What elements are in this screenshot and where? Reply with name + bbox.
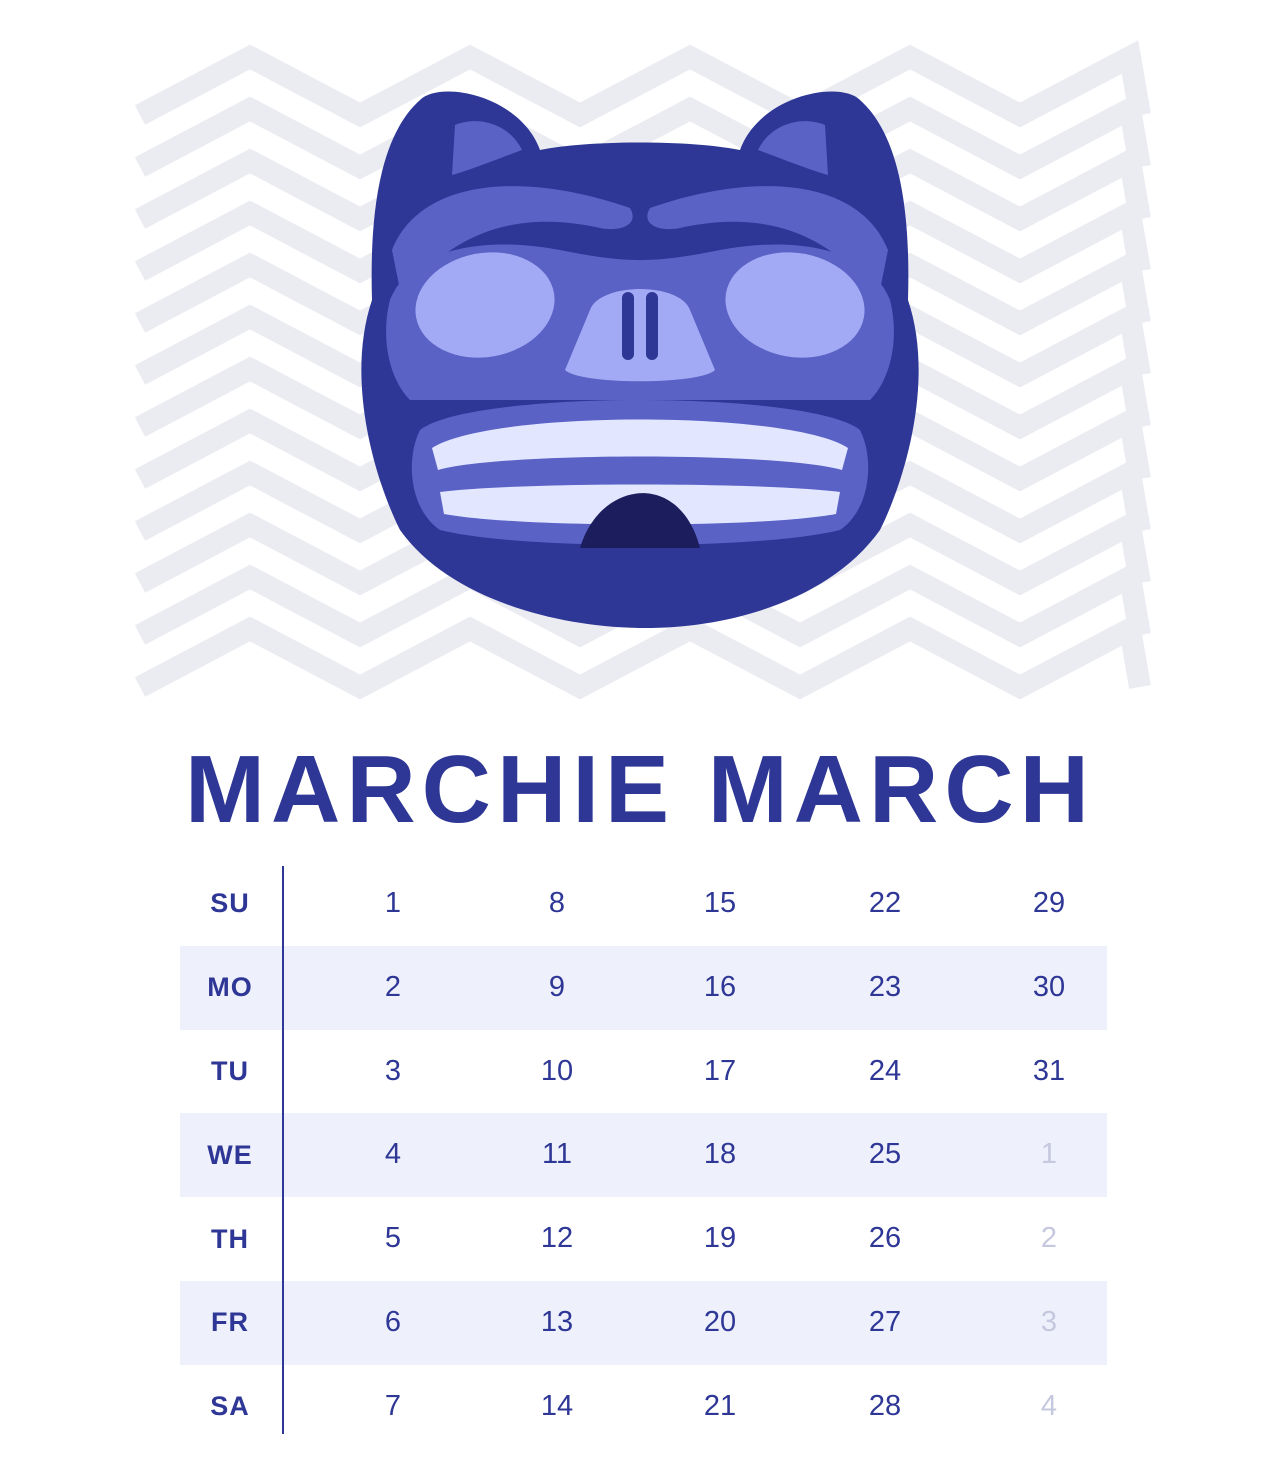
date-cell: 22 (868, 887, 902, 919)
date-cell: 28 (868, 1389, 902, 1422)
date-cell: 15 (703, 887, 737, 919)
weekday-label: MO (207, 972, 253, 1003)
illustration-svg (134, 40, 1151, 700)
weekday-label: WE (207, 1139, 253, 1170)
date-cell: 27 (868, 1305, 902, 1338)
date-cell: 29 (1032, 887, 1066, 919)
date-cell: 31 (1032, 1054, 1066, 1087)
next-month-date: 2 (1040, 1222, 1058, 1255)
date-cell: 25 (868, 1138, 902, 1171)
weekday-label: TH (211, 1223, 249, 1254)
calendar-row-sa: SA 7 14 21 28 4 (180, 1365, 1107, 1449)
next-month-date: 3 (1040, 1305, 1058, 1338)
calendar-row-mo: MO 2 9 16 23 30 (180, 945, 1107, 1030)
date-cell: 3 (384, 1054, 402, 1087)
date-cell: 1 (384, 887, 402, 919)
mask-shape (646, 292, 658, 360)
calendar-row-th: TH 5 12 19 26 2 (180, 1197, 1107, 1281)
weekday-label: SA (210, 1391, 250, 1422)
date-cell: 2 (384, 970, 402, 1003)
date-cell: 14 (540, 1389, 574, 1422)
date-cell: 12 (540, 1222, 574, 1255)
zigzag-line (134, 40, 1151, 128)
date-cell: 9 (548, 970, 566, 1003)
date-cell: 4 (384, 1138, 402, 1171)
calendar-row-tu: TU 3 10 17 24 31 (180, 1030, 1107, 1114)
next-month-date: 1 (1040, 1138, 1058, 1171)
calendar-row-fr: FR 6 13 20 27 3 (180, 1280, 1107, 1365)
date-cell: 16 (703, 970, 737, 1003)
mask-shape (622, 292, 634, 360)
calendar-divider (282, 866, 284, 1434)
date-cell: 17 (703, 1054, 737, 1087)
date-cell: 8 (548, 887, 566, 919)
date-cell: 13 (540, 1305, 574, 1338)
header-illustration (0, 0, 1280, 720)
calendar-grid: SU 1 8 15 22 29 MO 2 9 16 23 30 TU 3 10 17 24 31 WE 4 11 18 25… (180, 862, 1107, 1449)
date-cell: 19 (703, 1222, 737, 1255)
date-cell: 18 (703, 1138, 737, 1171)
date-cell: 5 (384, 1222, 402, 1255)
date-cell: 7 (384, 1389, 402, 1422)
zigzag-line (134, 612, 1151, 700)
date-cell: 23 (868, 970, 902, 1003)
date-cell: 11 (541, 1138, 573, 1171)
date-cell: 6 (384, 1305, 402, 1338)
weekday-label: FR (211, 1307, 249, 1338)
date-cell: 20 (703, 1305, 737, 1338)
bear-mask-icon (361, 91, 919, 629)
weekday-label: TU (211, 1055, 249, 1086)
date-cell: 10 (540, 1054, 574, 1087)
date-cell: 26 (868, 1222, 902, 1255)
calendar-row-su: SU 1 8 15 22 29 (180, 862, 1107, 946)
page-title: MARCHIE MARCH (185, 736, 1095, 843)
calendar-row-we: WE 4 11 18 25 1 (180, 1113, 1107, 1198)
weekday-label: SU (210, 888, 250, 919)
date-cell: 24 (868, 1054, 902, 1087)
next-month-date: 4 (1040, 1389, 1058, 1422)
date-cell: 30 (1032, 970, 1066, 1003)
date-cell: 21 (703, 1389, 737, 1422)
